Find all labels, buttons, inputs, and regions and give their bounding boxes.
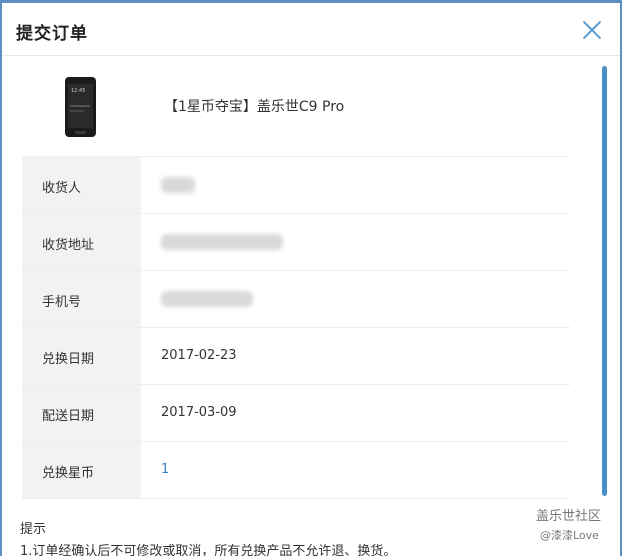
submit-order-dialog: 提交订单 12:45 【1星币夺宝】盖乐世C9 Pro 收货人 收货地址 手机号…: [0, 0, 622, 556]
row-label-cell: 兑换日期: [22, 328, 141, 384]
table-row: 手机号: [22, 271, 570, 328]
redacted-phone: [161, 291, 253, 307]
row-label: 兑换星币: [42, 466, 95, 481]
tips-line: 1.订单经确认后不可修改或取消，所有兑换产品不允许退、换货。: [20, 544, 397, 556]
row-label-cell: 收货人: [22, 157, 141, 213]
table-row: 兑换星币 1: [22, 442, 570, 499]
exchange-date: 2017-02-23: [161, 348, 237, 363]
row-label-cell: 配送日期: [22, 385, 141, 441]
delivery-date: 2017-03-09: [161, 405, 237, 420]
order-info-table: 收货人 收货地址 手机号 兑换日期 2017-02-23 配送日期 2017-0…: [22, 157, 570, 499]
row-label: 配送日期: [42, 409, 95, 424]
table-row: 配送日期 2017-03-09: [22, 385, 570, 442]
phone-screen-line: [70, 105, 90, 107]
product-summary: 12:45 【1星币夺宝】盖乐世C9 Pro: [22, 56, 570, 157]
product-name: 【1星币夺宝】盖乐世C9 Pro: [164, 99, 345, 115]
row-label: 收货人: [42, 181, 82, 196]
phone-home-button: [75, 131, 86, 134]
watermark-text: 盖乐世社区: [536, 509, 602, 524]
phone-screen-line: [70, 110, 84, 112]
watermark-author: @漆漆Love: [540, 529, 599, 542]
dialog-body[interactable]: 12:45 【1星币夺宝】盖乐世C9 Pro 收货人 收货地址 手机号 兑换日期: [2, 56, 620, 556]
phone-time: 12:45: [71, 88, 86, 94]
row-label: 手机号: [42, 295, 82, 310]
redacted-address: [161, 234, 283, 250]
table-row: 兑换日期 2017-02-23: [22, 328, 570, 385]
row-label-cell: 手机号: [22, 271, 141, 327]
product-image: 12:45: [65, 77, 96, 137]
dialog-title: 提交订单: [16, 24, 88, 44]
dialog-header: 提交订单: [2, 3, 620, 56]
close-icon[interactable]: [581, 19, 603, 41]
row-label-cell: 收货地址: [22, 214, 141, 270]
row-label: 收货地址: [42, 238, 95, 253]
exchange-coins-value[interactable]: 1: [161, 462, 169, 477]
table-row: 收货地址: [22, 214, 570, 271]
tips-title: 提示: [20, 522, 47, 537]
table-row: 收货人: [22, 157, 570, 214]
scrollbar[interactable]: [602, 66, 607, 496]
redacted-receiver: [161, 177, 195, 193]
row-label: 兑换日期: [42, 352, 95, 367]
row-label-cell: 兑换星币: [22, 442, 141, 498]
